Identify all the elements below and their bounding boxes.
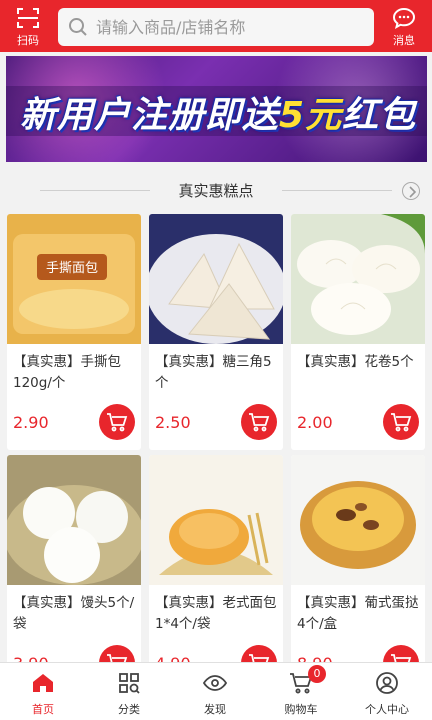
tab-label: 首页 [32,703,54,716]
add-to-cart-button[interactable] [383,404,419,440]
banner-text-c: 红包 [342,95,417,136]
search-input[interactable] [96,8,366,46]
tab-category[interactable]: 分类 [86,663,172,720]
product-name: 【真实惠】手撕包120g/个 [13,354,121,391]
product-card[interactable]: 【真实惠】糖三角5个 2.50 [149,214,283,450]
eye-icon [203,675,227,691]
product-name: 【真实惠】馒头5个/袋 [13,595,135,632]
product-image-bread: 手撕面包 [7,214,141,344]
message-button[interactable]: 消息 [380,4,428,50]
product-name: 【真实惠】花卷5个 [297,354,414,370]
search-box[interactable] [58,8,374,46]
category-icon [119,673,140,694]
scan-button[interactable]: 扫码 [4,4,52,50]
product-name: 【真实惠】糖三角5个 [155,354,272,391]
product-image-old-style-bread [149,455,283,585]
product-card[interactable]: 【真实惠】花卷5个 2.00 [291,214,425,450]
tab-discover[interactable]: 发现 [172,663,258,720]
product-card[interactable]: 【真实惠】葡式蛋挞4个/盒 8.90 [291,455,425,691]
banner-text-a: 新用户注册即送 [20,95,280,136]
product-card[interactable]: 【真实惠】老式面包1*4个/袋 4.90 [149,455,283,691]
section-more-button[interactable] [402,182,420,200]
product-image-flower-roll [291,214,425,344]
message-label: 消息 [393,34,415,47]
product-name: 【真实惠】老式面包1*4个/袋 [155,595,277,632]
tab-label: 分类 [118,703,140,716]
user-icon [376,672,398,694]
product-card[interactable]: 手撕面包 【真实惠】手撕包120g/个 2.90 [7,214,141,450]
product-image-dumpling [149,214,283,344]
section-title: 真实惠糕点 [178,182,254,200]
banner-headline: 新用户注册即送5元红包 [20,86,420,138]
search-icon [69,18,87,36]
scan-label: 扫码 [17,34,39,47]
product-image-steamed-bun [7,455,141,585]
cart-icon [249,413,270,432]
tab-label: 购物车 [284,703,318,716]
add-to-cart-button[interactable] [99,404,135,440]
message-icon [392,7,416,29]
section-header: 真实惠糕点 [0,172,432,208]
top-header: 扫码 消息 [0,0,432,52]
home-icon [33,674,53,692]
tab-home[interactable]: 首页 [0,663,86,720]
product-price: 2.90 [13,413,49,432]
product-card[interactable]: 【真实惠】馒头5个/袋 3.90 [7,455,141,691]
product-price: 2.00 [297,413,333,432]
cart-icon [391,413,412,432]
divider [282,190,392,191]
tab-label: 发现 [204,703,226,716]
product-name: 【真实惠】葡式蛋挞4个/盒 [297,595,419,632]
tab-cart[interactable]: 0 购物车 [258,663,344,720]
bottom-tab-bar: 首页 分类 发现 0 购物车 个人中心 [0,662,432,720]
svg-text:手撕面包: 手撕面包 [46,261,98,276]
product-image-egg-tart [291,455,425,585]
chevron-right-icon [409,186,417,198]
promo-banner[interactable]: 新用户注册即送5元红包 [6,56,427,162]
product-price: 2.50 [155,413,191,432]
cart-icon [107,413,128,432]
divider [40,190,150,191]
banner-text-highlight: 5元 [279,95,343,136]
tab-label: 个人中心 [365,703,409,716]
cart-count-badge: 0 [308,665,326,683]
scan-icon [17,8,39,28]
add-to-cart-button[interactable] [241,404,277,440]
tab-profile[interactable]: 个人中心 [344,663,430,720]
